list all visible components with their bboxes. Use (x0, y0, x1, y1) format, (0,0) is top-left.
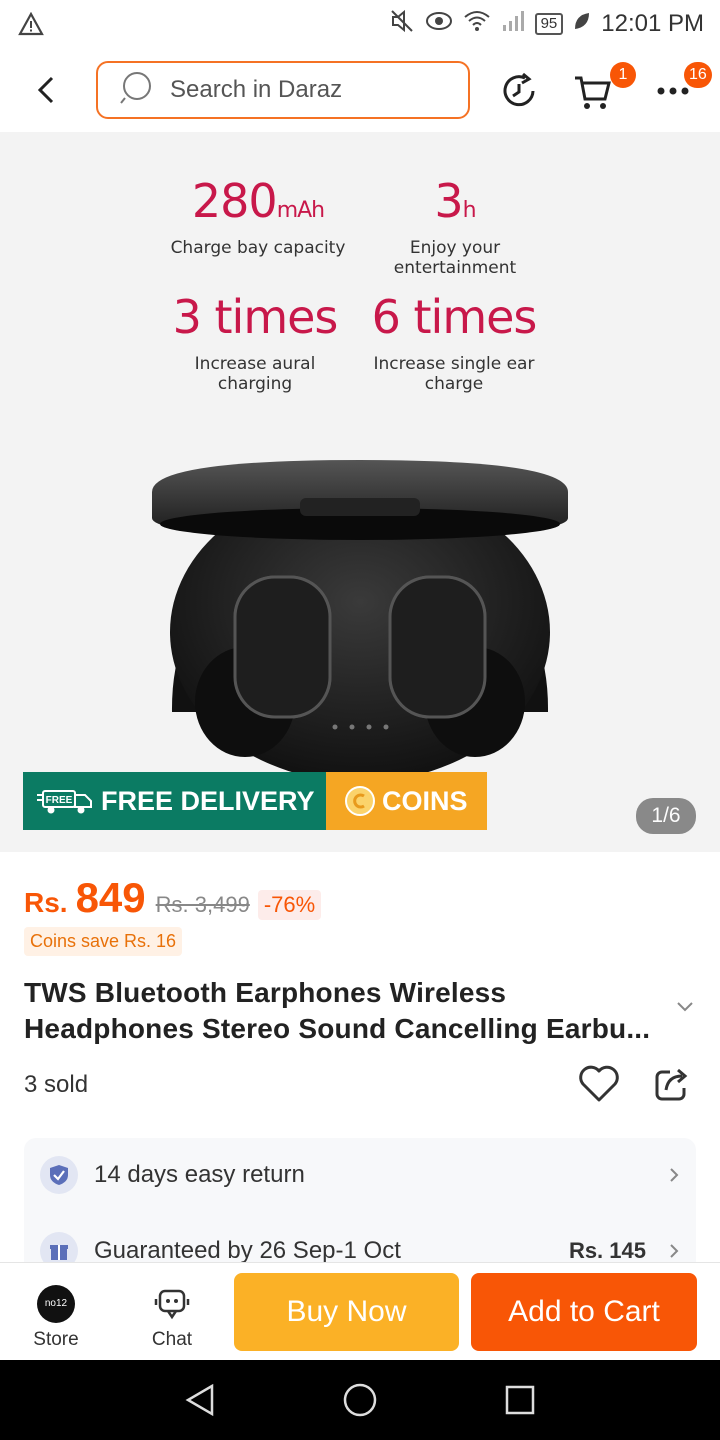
spec-aural-charging: 3 times Increase aural charging (172, 290, 339, 394)
wifi-icon (463, 9, 491, 38)
system-recents-button[interactable] (500, 1380, 540, 1420)
cart-badge: 1 (610, 62, 636, 88)
earbuds-case-illustration (152, 460, 568, 772)
store-logo: no12 (37, 1285, 75, 1323)
battery-indicator: 95 (534, 12, 564, 35)
warning-icon (18, 11, 44, 41)
more-button[interactable]: 16 (650, 62, 712, 114)
store-label: Store (33, 1329, 79, 1350)
share-button[interactable] (652, 1064, 692, 1109)
current-price: 849 (75, 874, 146, 921)
coins-save-badge: Coins save Rs. 16 (24, 927, 183, 956)
bottom-action-bar: no12 Store Chat Buy Now Add to Cart (0, 1262, 720, 1360)
add-to-cart-button[interactable]: Add to Cart (471, 1273, 697, 1351)
back-arrow-icon (37, 76, 54, 104)
share-icon (655, 1068, 688, 1101)
square-recents-icon (505, 1385, 535, 1415)
signal-icon (501, 9, 525, 38)
shipping-fee: Rs. 145 (568, 1238, 646, 1263)
triangle-back-icon (185, 1383, 214, 1417)
chevron-right-icon (670, 1168, 679, 1182)
status-bar: 95 12:01 PM (0, 0, 720, 50)
heart-icon (579, 1065, 619, 1102)
cart-icon (575, 76, 611, 109)
price-row: Rs. 849 Rs. 3,499 -76% (24, 874, 322, 922)
delivery-truck-icon: FREE (37, 790, 92, 814)
sold-count: 3 sold (24, 1071, 89, 1098)
more-dots-icon (657, 87, 689, 95)
chevron-right-icon (670, 1244, 679, 1258)
coins-tag: COINS (326, 772, 487, 830)
return-policy-row[interactable]: 14 days easy return (40, 1156, 680, 1194)
search-placeholder: Search in Daraz (170, 76, 343, 103)
back-button[interactable] (28, 72, 64, 108)
spec-playtime: 3h Enjoy your entertainment (393, 174, 517, 278)
chevron-down-icon (677, 1002, 693, 1012)
coin-icon (345, 786, 375, 816)
shield-check-icon (40, 1156, 78, 1194)
search-icon (120, 71, 156, 110)
history-button[interactable] (496, 68, 542, 114)
search-input[interactable]: Search in Daraz (96, 61, 470, 119)
spec-single-ear: 6 times Increase single ear charge (371, 290, 538, 394)
chat-label: Chat (151, 1329, 193, 1350)
store-button[interactable]: no12 Store (16, 1285, 96, 1351)
cart-button[interactable]: 1 (570, 62, 636, 114)
svg-text:FREE: FREE (46, 795, 73, 806)
leaf-icon (573, 11, 591, 36)
system-back-button[interactable] (180, 1380, 220, 1420)
expand-title-button[interactable] (676, 1000, 694, 1018)
product-image-gallery[interactable]: 280mAh Charge bay capacity 3h Enjoy your… (0, 132, 720, 852)
wishlist-button[interactable] (578, 1064, 620, 1109)
top-nav: Search in Daraz 1 16 (0, 50, 720, 132)
buy-now-button[interactable]: Buy Now (234, 1273, 459, 1351)
discount-badge: -76% (257, 890, 322, 920)
system-navigation-bar (0, 1360, 720, 1440)
more-badge: 16 (684, 62, 712, 88)
image-counter: 1/6 (636, 798, 696, 834)
circle-home-icon (343, 1383, 377, 1417)
eye-icon (425, 10, 453, 37)
history-icon (503, 72, 535, 107)
free-delivery-tag: FREE FREE DELIVERY (23, 772, 326, 830)
price-currency: Rs. (24, 887, 68, 918)
spec-capacity: 280mAh Charge bay capacity (170, 174, 346, 258)
promo-banner: FREE FREE DELIVERY COINS (23, 772, 487, 830)
status-time: 12:01 PM (601, 9, 704, 37)
mute-icon (389, 8, 415, 39)
system-home-button[interactable] (340, 1380, 380, 1420)
chat-button[interactable]: Chat (132, 1285, 212, 1351)
product-title: TWS Bluetooth Earphones Wireless Headpho… (24, 977, 651, 1044)
chat-bot-icon (154, 1289, 190, 1320)
original-price: Rs. 3,499 (155, 892, 250, 917)
